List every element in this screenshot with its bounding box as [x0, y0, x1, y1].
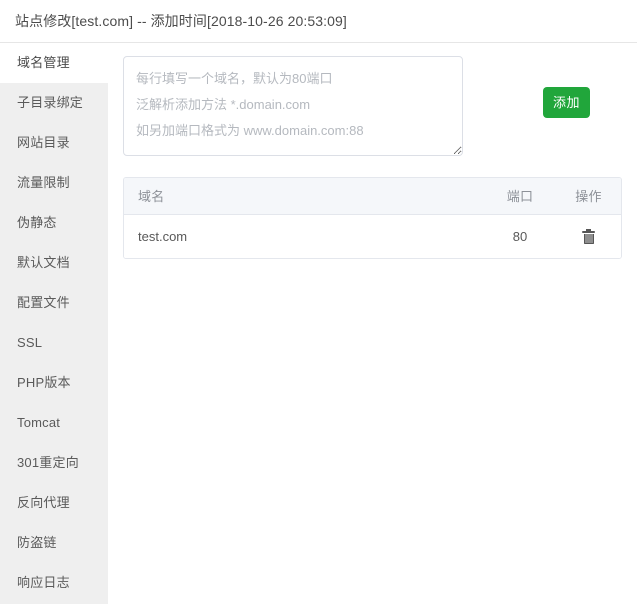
sidebar-item-7[interactable]: SSL: [0, 323, 108, 363]
trash-lid: [582, 231, 595, 234]
cell-port: 80: [484, 214, 556, 258]
page-title: 站点修改[test.com] -- 添加时间[2018-10-26 20:53:…: [15, 13, 347, 29]
trash-icon[interactable]: [582, 229, 595, 245]
sidebar-item-12[interactable]: 防盗链: [0, 523, 108, 563]
domain-table-head: 域名 端口 操作: [124, 178, 621, 215]
sidebar-item-3[interactable]: 流量限制: [0, 163, 108, 203]
sidebar-item-label: 伪静态: [17, 215, 57, 230]
sidebar-item-label: 域名管理: [17, 55, 70, 70]
window-titlebar: 站点修改[test.com] -- 添加时间[2018-10-26 20:53:…: [0, 0, 637, 43]
column-header-port: 端口: [484, 178, 556, 215]
sidebar-item-label: 网站目录: [17, 135, 70, 150]
sidebar-item-4[interactable]: 伪静态: [0, 203, 108, 243]
sidebar-item-label: 响应日志: [17, 575, 70, 590]
sidebar-item-label: Tomcat: [17, 415, 61, 430]
sidebar: 域名管理子目录绑定网站目录流量限制伪静态默认文档配置文件 SSL PHP版本 Tomc…: [0, 43, 108, 604]
sidebar-item-label: PHP版本: [17, 375, 71, 390]
sidebar-item-0[interactable]: 域名管理: [0, 43, 108, 83]
sidebar-item-label: 默认文档: [17, 255, 70, 270]
domain-input[interactable]: [123, 56, 463, 156]
add-domain-button[interactable]: 添加: [543, 87, 590, 118]
sidebar-item-label: 防盗链: [17, 535, 57, 550]
main-panel: 添加 域名 端口 操作 test.com80: [108, 43, 637, 604]
domain-table-container: 域名 端口 操作 test.com 80: [123, 177, 622, 259]
column-header-action: 操作: [556, 178, 621, 215]
sidebar-item-label: 反向代理: [17, 495, 70, 510]
add-domain-form: 添加: [123, 56, 623, 156]
sidebar-item-1[interactable]: 子目录绑定: [0, 83, 108, 123]
sidebar-item-10[interactable]: 301重定向: [0, 443, 108, 483]
window-content: 域名管理子目录绑定网站目录流量限制伪静态默认文档配置文件 SSL PHP版本 Tomc…: [0, 43, 637, 604]
sidebar-item-label: 301重定向: [17, 455, 79, 470]
sidebar-item-5[interactable]: 默认文档: [0, 243, 108, 283]
site-modify-window: 站点修改[test.com] -- 添加时间[2018-10-26 20:53:…: [0, 0, 637, 604]
sidebar-item-11[interactable]: 反向代理: [0, 483, 108, 523]
domain-table: 域名 端口 操作 test.com 80: [124, 178, 621, 258]
sidebar-item-13[interactable]: 响应日志: [0, 563, 108, 603]
table-header-row: 域名 端口 操作: [124, 178, 621, 215]
sidebar-item-8[interactable]: PHP版本: [0, 363, 108, 403]
trash-can: [583, 234, 594, 245]
sidebar-item-9[interactable]: Tomcat: [0, 403, 108, 443]
sidebar-item-label: 子目录绑定: [17, 95, 84, 110]
sidebar-item-6[interactable]: 配置文件: [0, 283, 108, 323]
sidebar-item-label: 流量限制: [17, 175, 70, 190]
sidebar-item-label: SSL: [17, 335, 43, 350]
column-header-domain: 域名: [124, 178, 484, 215]
cell-domain: test.com: [124, 214, 484, 258]
cell-action: [556, 214, 621, 258]
table-row: test.com 80: [124, 214, 621, 258]
sidebar-item-2[interactable]: 网站目录: [0, 123, 108, 163]
domain-table-body: test.com 80: [124, 214, 621, 258]
sidebar-item-label: 配置文件: [17, 295, 70, 310]
